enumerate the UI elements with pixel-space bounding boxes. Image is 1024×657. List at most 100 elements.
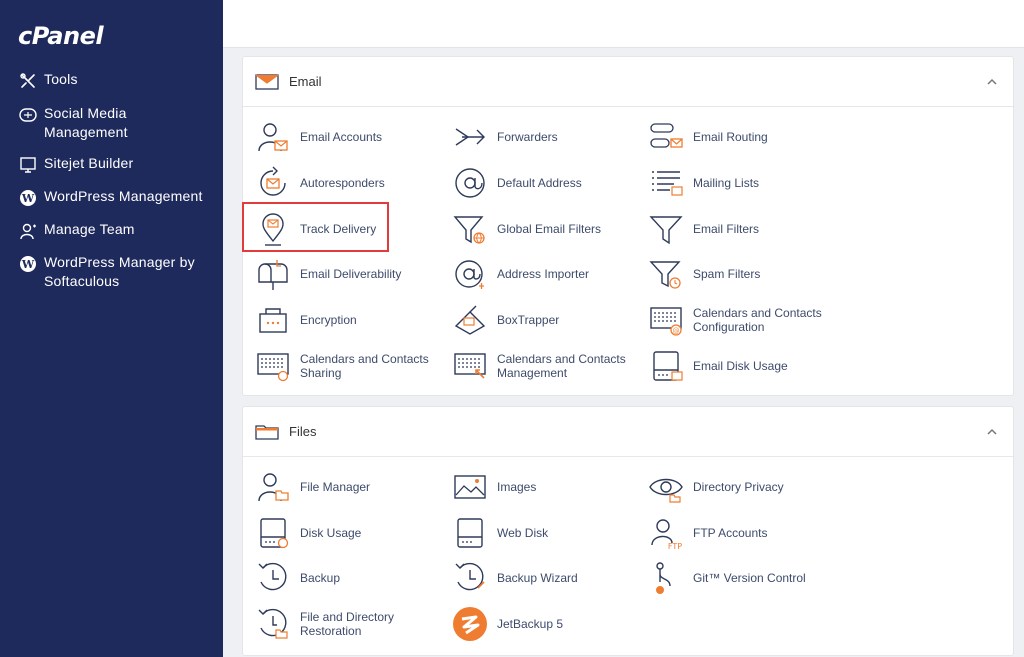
- tool-label: Images: [497, 479, 537, 494]
- tool-label: Mailing Lists: [693, 175, 760, 190]
- tool-link-address-importer[interactable]: Address Importer: [452, 254, 648, 294]
- tool-label: Address Importer: [497, 266, 590, 281]
- tool-link-filter[interactable]: Email Filters: [648, 209, 844, 249]
- restore-icon: [255, 606, 291, 642]
- tool-label: Email Deliverability: [300, 266, 402, 281]
- tool-link-disk[interactable]: Disk Usage: [255, 513, 451, 553]
- tool-link-email-accounts[interactable]: Email Accounts: [255, 117, 451, 157]
- tools-icon: [17, 71, 39, 91]
- tool-link-eye[interactable]: Directory Privacy: [648, 467, 844, 507]
- tool-label: Forwarders: [497, 129, 558, 144]
- wordpress-icon: W: [17, 254, 39, 274]
- tool-label: File and Directory Restoration: [300, 609, 395, 639]
- mailing-lists-icon: [648, 165, 684, 201]
- tool-link-disk-usage[interactable]: Email Disk Usage: [648, 346, 844, 386]
- sidebar-item-wordpress-softaculous[interactable]: W WordPress Manager by Softaculous: [0, 253, 223, 291]
- tool-link-backup-wizard[interactable]: Backup Wizard: [452, 558, 648, 598]
- tool-label: Encryption: [300, 312, 357, 327]
- tool-link-web-disk[interactable]: Web Disk: [452, 513, 648, 553]
- tool-link-jetbackup[interactable]: JetBackup 5: [452, 604, 648, 644]
- tool-link-backup[interactable]: Backup: [255, 558, 451, 598]
- tool-label: Backup Wizard: [497, 570, 578, 585]
- sidebar: cPanel Tools Social Media Management Sit…: [0, 0, 223, 657]
- sidebar-item-social-media[interactable]: Social Media Management: [0, 104, 223, 142]
- section-title: Email: [289, 74, 322, 89]
- sidebar-item-manage-team[interactable]: Manage Team: [0, 220, 223, 241]
- tool-label: Web Disk: [497, 525, 549, 540]
- tool-link-at-sign[interactable]: Default Address: [452, 163, 648, 203]
- forwarders-icon: [452, 119, 488, 155]
- images-icon: [452, 469, 488, 505]
- sidebar-item-label: WordPress Manager by Softaculous: [44, 254, 195, 289]
- at-sign-icon: [452, 165, 488, 201]
- backup-icon: [255, 560, 291, 596]
- tool-link-calendar-sharing[interactable]: Calendars and Contacts Sharing: [255, 346, 451, 386]
- social-media-icon: [17, 105, 39, 125]
- ftp-icon: FTP: [648, 515, 684, 551]
- tool-label: Email Routing: [693, 129, 768, 144]
- tool-link-global-filter[interactable]: Global Email Filters: [452, 209, 648, 249]
- tool-label: FTP Accounts: [693, 525, 768, 540]
- tool-label: Autoresponders: [300, 175, 385, 190]
- sidebar-item-sitejet[interactable]: Sitejet Builder: [0, 154, 223, 175]
- tool-link-calendar-config[interactable]: @ Calendars and Contacts Configuration: [648, 300, 844, 340]
- svg-text:W: W: [21, 258, 35, 271]
- tool-link-restore[interactable]: File and Directory Restoration: [255, 604, 451, 644]
- email-panel-header[interactable]: Email: [243, 57, 1013, 107]
- file-manager-icon: [255, 469, 291, 505]
- email-panel: Email Email Accounts Forwarders Email Rout…: [242, 56, 1014, 396]
- tool-label: Global Email Filters: [497, 221, 602, 236]
- tool-label: Calendars and Contacts Configuration: [693, 305, 822, 335]
- files-panel: Files File Manager Images Directory Privac…: [242, 406, 1014, 656]
- tool-link-boxtrapper[interactable]: BoxTrapper: [452, 300, 648, 340]
- sidebar-nav: Tools Social Media Management Sitejet Bu…: [0, 70, 223, 303]
- tool-label: Spam Filters: [693, 266, 761, 281]
- tool-link-images[interactable]: Images: [452, 467, 648, 507]
- svg-text:@: @: [673, 327, 680, 335]
- disk-usage-icon: [648, 348, 684, 384]
- git-icon: [648, 560, 684, 596]
- tool-link-forwarders[interactable]: Forwarders: [452, 117, 648, 157]
- tool-link-autoresponders[interactable]: Autoresponders: [255, 163, 451, 203]
- tool-link-encryption[interactable]: Encryption: [255, 300, 451, 340]
- eye-icon: [648, 469, 684, 505]
- top-bar: [223, 0, 1024, 48]
- tool-link-track-delivery[interactable]: Track Delivery: [255, 209, 451, 249]
- svg-text:FTP: FTP: [668, 542, 682, 551]
- files-panel-header[interactable]: Files: [243, 407, 1013, 457]
- tool-link-git[interactable]: Git™ Version Control: [648, 558, 844, 598]
- filter-icon: [648, 211, 684, 247]
- sidebar-item-label: Sitejet Builder: [44, 155, 134, 171]
- sitejet-icon: [17, 155, 39, 175]
- track-delivery-icon: [255, 211, 291, 247]
- tool-label: Disk Usage: [300, 525, 362, 540]
- tool-link-email-routing[interactable]: Email Routing: [648, 117, 844, 157]
- tool-label: Track Delivery: [300, 221, 377, 236]
- cpanel-logo[interactable]: cPanel: [18, 22, 104, 50]
- sidebar-item-wordpress-management[interactable]: W WordPress Management: [0, 187, 223, 208]
- calendar-config-icon: @: [648, 302, 684, 338]
- tool-link-spam-filter[interactable]: Spam Filters: [648, 254, 844, 294]
- tool-label: BoxTrapper: [497, 312, 560, 327]
- address-importer-icon: [452, 256, 488, 292]
- mailbox-icon: [255, 256, 291, 292]
- sidebar-item-label: Manage Team: [44, 221, 135, 237]
- chevron-up-icon[interactable]: [985, 425, 999, 439]
- jetbackup-icon: [452, 606, 488, 642]
- tool-link-file-manager[interactable]: File Manager: [255, 467, 451, 507]
- disk-icon: [255, 515, 291, 551]
- sidebar-item-label: Social Media Management: [44, 105, 128, 140]
- tool-link-calendar-management[interactable]: Calendars and Contacts Management: [452, 346, 648, 386]
- tool-label: Git™ Version Control: [693, 570, 806, 585]
- tool-label: Email Accounts: [300, 129, 383, 144]
- tool-link-mailing-lists[interactable]: Mailing Lists: [648, 163, 844, 203]
- sidebar-item-tools[interactable]: Tools: [0, 70, 223, 91]
- tool-link-ftp[interactable]: FTP FTP Accounts: [648, 513, 844, 553]
- chevron-up-icon[interactable]: [985, 75, 999, 89]
- envelope-icon: [255, 72, 281, 92]
- tool-link-mailbox[interactable]: Email Deliverability: [255, 254, 451, 294]
- tool-label: File Manager: [300, 479, 371, 494]
- sidebar-item-label: Tools: [44, 71, 78, 87]
- tool-label: Calendars and Contacts Management: [497, 351, 626, 381]
- autoresponders-icon: [255, 165, 291, 201]
